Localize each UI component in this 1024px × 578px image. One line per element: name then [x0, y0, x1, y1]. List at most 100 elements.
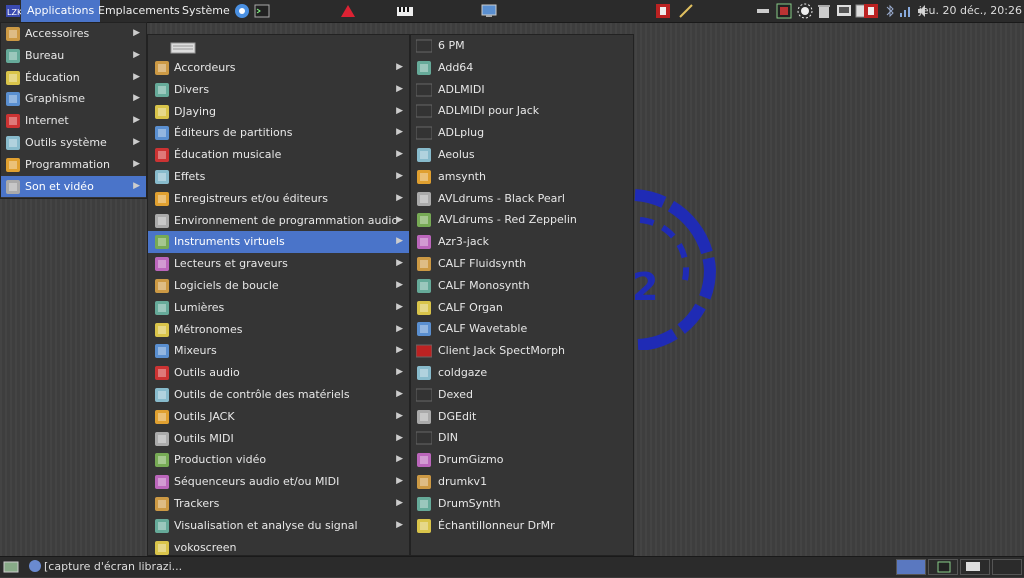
submenu-item-djaying[interactable]: DJaying ▶ [148, 101, 409, 123]
ardour-icon[interactable] [340, 3, 356, 19]
menu-item-label: DIN [438, 431, 458, 445]
submenu-tearoff-handle[interactable] [148, 35, 409, 57]
display-settings-icon[interactable] [836, 3, 852, 19]
virtual-instruments-submenu: 6 PM Add64 ADLMIDI ADLMIDI pour Jack ADLplug… [410, 34, 634, 556]
submenu-arrow-icon: ▶ [133, 158, 140, 169]
instrument-item-adlmidi[interactable]: ADLMIDI [411, 79, 633, 101]
instrument-item-6-pm[interactable]: 6 PM [411, 35, 633, 57]
taskbar-window-button[interactable]: [capture d'écran librazi... [44, 557, 182, 577]
workspace-2[interactable] [928, 559, 958, 575]
submenu-item-accordeurs[interactable]: Accordeurs ▶ [148, 57, 409, 79]
applications-menu[interactable]: Applications [21, 0, 101, 22]
menu-item-education[interactable]: Éducation ▶ [1, 67, 146, 89]
menu-item-label: Trackers [174, 496, 220, 510]
instrument-item-avldrums-red-zeppelin[interactable]: AVLdrums - Red Zeppelin [411, 209, 633, 231]
submenu-item-outils-jack[interactable]: Outils JACK ▶ [148, 406, 409, 428]
keyboard-icon[interactable] [396, 3, 413, 19]
submenu-item-editeurs-de-partitions[interactable]: Éditeurs de partitions ▶ [148, 122, 409, 144]
submenu-item-metronomes[interactable]: Métronomes ▶ [148, 319, 409, 341]
submenu-item-mixeurs[interactable]: Mixeurs ▶ [148, 340, 409, 362]
submenu-item-sequenceurs-audio-et-ou-midi[interactable]: Séquenceurs audio et/ou MIDI ▶ [148, 471, 409, 493]
distro-menu-icon[interactable]: LZK [5, 3, 23, 19]
submenu-item-production-video[interactable]: Production vidéo ▶ [148, 449, 409, 471]
jack-status-icon[interactable] [863, 3, 879, 19]
instrument-item-calf-wavetable[interactable]: CALF Wavetable [411, 318, 633, 340]
network-signal-icon[interactable] [898, 3, 914, 19]
instrument-item-echantillonneur-drmr[interactable]: Échantillonneur DrMr [411, 515, 633, 537]
instrument-item-calf-monosynth[interactable]: CALF Monosynth [411, 275, 633, 297]
menu-item-label: 6 PM [438, 39, 465, 52]
submenu-arrow-icon: ▶ [396, 367, 403, 378]
submenu-arrow-icon: ▶ [133, 180, 140, 191]
instrument-item-aeolus[interactable]: Aeolus [411, 144, 633, 166]
instrument-item-amsynth[interactable]: amsynth [411, 166, 633, 188]
submenu-item-logiciels-de-boucle[interactable]: Logiciels de boucle ▶ [148, 275, 409, 297]
show-desktop-icon[interactable] [3, 559, 19, 575]
instrument-item-avldrums-black-pearl[interactable]: AVLdrums - Black Pearl [411, 188, 633, 210]
instrument-item-azr3-jack[interactable]: Azr3-jack [411, 231, 633, 253]
submenu-item-visualisation-et-analyse-du-signal[interactable]: Visualisation et analyse du signal ▶ [148, 515, 409, 537]
menu-item-label: Séquenceurs audio et/ou MIDI [174, 475, 340, 489]
jack-tray-icon[interactable] [655, 3, 671, 19]
browser-icon[interactable] [234, 3, 250, 19]
instrument-item-drumkv1[interactable]: drumkv1 [411, 471, 633, 493]
instrument-item-add64[interactable]: Add64 [411, 57, 633, 79]
instrument-item-adlplug[interactable]: ADLplug [411, 122, 633, 144]
submenu-arrow-icon: ▶ [396, 83, 403, 94]
menu-item-label: DJaying [174, 104, 216, 118]
wand-icon[interactable] [678, 3, 694, 19]
places-menu[interactable]: Emplacements [92, 0, 186, 22]
menu-item-outils-systeme[interactable]: Outils système ▶ [1, 132, 146, 154]
add64-icon [416, 60, 432, 76]
submenu-item-environnement-de-programmation-audio[interactable]: Environnement de programmation audio ▶ [148, 210, 409, 232]
submenu-item-trackers[interactable]: Trackers ▶ [148, 493, 409, 515]
workspace-3[interactable] [960, 559, 990, 575]
menu-item-son-et-video[interactable]: Son et vidéo ▶ [1, 175, 146, 198]
workspace-1[interactable] [896, 559, 926, 575]
terminal-icon[interactable] [254, 3, 270, 19]
submenu-item-education-musicale[interactable]: Éducation musicale ▶ [148, 144, 409, 166]
instrument-item-dexed[interactable]: Dexed [411, 384, 633, 406]
bluetooth-icon[interactable] [882, 3, 898, 19]
outils-de-controle-des-materiels-icon [154, 387, 170, 403]
trash-icon[interactable] [816, 3, 832, 19]
usb-icon[interactable] [756, 3, 772, 19]
submenu-item-divers[interactable]: Divers ▶ [148, 79, 409, 101]
submenu-item-effets[interactable]: Effets ▶ [148, 166, 409, 188]
submenu-arrow-icon: ▶ [396, 62, 403, 72]
submenu-item-outils-audio[interactable]: Outils audio ▶ [148, 362, 409, 384]
menu-item-internet[interactable]: Internet ▶ [1, 110, 146, 132]
instrument-item-calf-fluidsynth[interactable]: CALF Fluidsynth [411, 253, 633, 275]
submenu-item-outils-midi[interactable]: Outils MIDI ▶ [148, 428, 409, 450]
instrument-item-dgedit[interactable]: DGEdit [411, 406, 633, 428]
instrument-item-drumsynth[interactable]: DrumSynth [411, 493, 633, 515]
instrument-item-adlmidi-pour-jack[interactable]: ADLMIDI pour Jack [411, 100, 633, 122]
monitor-icon[interactable] [481, 3, 497, 19]
menu-item-graphisme[interactable]: Graphisme ▶ [1, 88, 146, 110]
menu-item-bureau[interactable]: Bureau ▶ [1, 45, 146, 67]
menu-item-label: AVLdrums - Black Pearl [438, 191, 565, 205]
qjackctl-icon[interactable] [776, 3, 792, 19]
brightness-icon[interactable] [797, 3, 813, 19]
instrument-item-drumgizmo[interactable]: DrumGizmo [411, 449, 633, 471]
submenu-item-instruments-virtuels[interactable]: Instruments virtuels ▶ [148, 231, 409, 254]
office-icon [5, 48, 21, 64]
menu-item-programmation[interactable]: Programmation ▶ [1, 154, 146, 176]
instrument-item-coldgaze[interactable]: coldgaze [411, 362, 633, 384]
sequenceurs-audio-et-ou-midi-icon [154, 474, 170, 490]
instrument-item-din[interactable]: DIN [411, 427, 633, 449]
menu-item-label: Éducation [25, 70, 80, 84]
instrument-item-calf-organ[interactable]: CALF Organ [411, 297, 633, 319]
6-pm-icon [415, 38, 433, 54]
submenu-item-lumieres[interactable]: Lumières ▶ [148, 297, 409, 319]
instrument-item-client-jack-spectmorph[interactable]: Client Jack SpectMorph [411, 340, 633, 362]
screenshot-app-icon [28, 559, 44, 575]
menu-item-accessoires[interactable]: Accessoires ▶ [1, 23, 146, 45]
submenu-item-lecteurs-et-graveurs[interactable]: Lecteurs et graveurs ▶ [148, 253, 409, 275]
submenu-item-outils-de-controle-des-materiels[interactable]: Outils de contrôle des matériels ▶ [148, 384, 409, 406]
submenu-item-enregistreurs-et-ou-editeurs[interactable]: Enregistreurs et/ou éditeurs ▶ [148, 188, 409, 210]
system-menu[interactable]: Système [176, 0, 236, 22]
outils-jack-icon [154, 409, 170, 425]
clock[interactable]: jeu. 20 déc., 20:26 [919, 0, 1024, 22]
workspace-4[interactable] [992, 559, 1022, 575]
